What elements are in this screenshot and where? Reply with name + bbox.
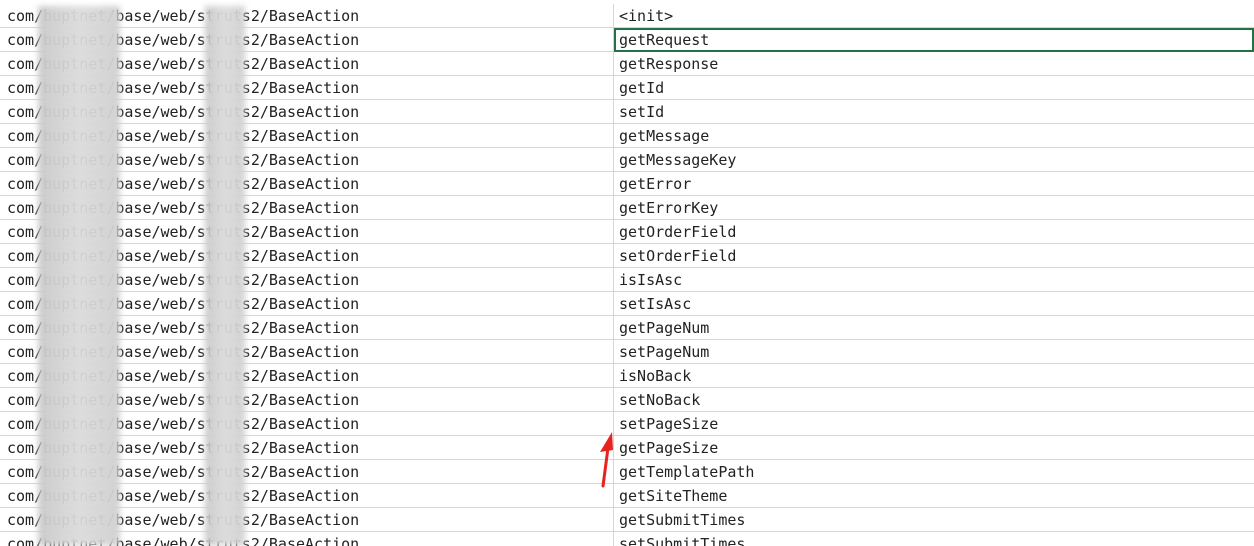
table-row[interactable]: com/buptnet/base/web/struts2/BaseAction s… <box>0 100 1254 124</box>
method-name-cell[interactable]: <init> <box>614 4 1254 28</box>
table-row[interactable]: com/buptnet/base/web/struts2/BaseAction s… <box>0 340 1254 364</box>
table-row[interactable]: com/buptnet/base/web/struts2/BaseAction g… <box>0 52 1254 76</box>
table-row[interactable]: com/buptnet/base/web/struts2/BaseAction g… <box>0 316 1254 340</box>
method-name-cell[interactable]: isIsAsc <box>614 268 1254 292</box>
table-row[interactable]: com/buptnet/base/web/struts2/BaseAction g… <box>0 148 1254 172</box>
table-row[interactable]: com/buptnet/base/web/struts2/BaseAction s… <box>0 388 1254 412</box>
table-row[interactable]: com/buptnet/base/web/struts2/BaseAction g… <box>0 508 1254 532</box>
method-name-cell[interactable]: getPageSize <box>614 436 1254 460</box>
table-row[interactable]: com/buptnet/base/web/struts2/BaseAction g… <box>0 196 1254 220</box>
method-name-cell[interactable]: getPageNum <box>614 316 1254 340</box>
table-row[interactable]: com/buptnet/base/web/struts2/BaseAction s… <box>0 532 1254 546</box>
table-row[interactable]: com/buptnet/base/web/struts2/BaseAction i… <box>0 268 1254 292</box>
method-name-cell[interactable]: getSubmitTimes <box>614 508 1254 532</box>
table-row[interactable]: com/buptnet/base/web/struts2/BaseAction g… <box>0 28 1254 52</box>
method-name-cell[interactable]: getError <box>614 172 1254 196</box>
table-row[interactable]: com/buptnet/base/web/struts2/BaseAction s… <box>0 292 1254 316</box>
method-name-cell[interactable]: getId <box>614 76 1254 100</box>
table-row[interactable]: com/buptnet/base/web/struts2/BaseAction g… <box>0 460 1254 484</box>
method-name-cell[interactable]: setOrderField <box>614 244 1254 268</box>
method-name-cell[interactable]: setNoBack <box>614 388 1254 412</box>
method-name-cell[interactable]: setId <box>614 100 1254 124</box>
method-name-cell[interactable]: isNoBack <box>614 364 1254 388</box>
table-row[interactable]: com/buptnet/base/web/struts2/BaseAction g… <box>0 76 1254 100</box>
table-row[interactable]: com/buptnet/base/web/struts2/BaseAction g… <box>0 484 1254 508</box>
method-name-cell[interactable]: getErrorKey <box>614 196 1254 220</box>
table-row[interactable]: com/buptnet/base/web/struts2/BaseAction g… <box>0 172 1254 196</box>
table-row[interactable]: com/buptnet/base/web/struts2/BaseAction g… <box>0 124 1254 148</box>
table-row[interactable]: com/buptnet/base/web/struts2/BaseAction s… <box>0 244 1254 268</box>
redaction-blur <box>205 6 245 546</box>
method-name-cell[interactable]: getMessageKey <box>614 148 1254 172</box>
method-name-cell[interactable]: getMessage <box>614 124 1254 148</box>
table-row[interactable]: com/buptnet/base/web/struts2/BaseAction <… <box>0 4 1254 28</box>
method-name-cell[interactable]: setPageSize <box>614 412 1254 436</box>
method-name-cell[interactable]: getTemplatePath <box>614 460 1254 484</box>
method-name-cell[interactable]: getSiteTheme <box>614 484 1254 508</box>
table-row[interactable]: com/buptnet/base/web/struts2/BaseAction i… <box>0 364 1254 388</box>
method-name-cell[interactable]: getResponse <box>614 52 1254 76</box>
spreadsheet-grid[interactable]: com/buptnet/base/web/struts2/BaseAction <… <box>0 0 1254 546</box>
method-name-cell[interactable]: setSubmitTimes <box>614 532 1254 546</box>
method-name-cell[interactable]: setIsAsc <box>614 292 1254 316</box>
table-row[interactable]: com/buptnet/base/web/struts2/BaseAction g… <box>0 436 1254 460</box>
table-row[interactable]: com/buptnet/base/web/struts2/BaseAction g… <box>0 220 1254 244</box>
method-name-cell[interactable]: getOrderField <box>614 220 1254 244</box>
selected-method-cell[interactable]: getRequest <box>614 28 1254 52</box>
method-name-cell[interactable]: setPageNum <box>614 340 1254 364</box>
redaction-blur <box>38 6 120 546</box>
table-row[interactable]: com/buptnet/base/web/struts2/BaseAction s… <box>0 412 1254 436</box>
